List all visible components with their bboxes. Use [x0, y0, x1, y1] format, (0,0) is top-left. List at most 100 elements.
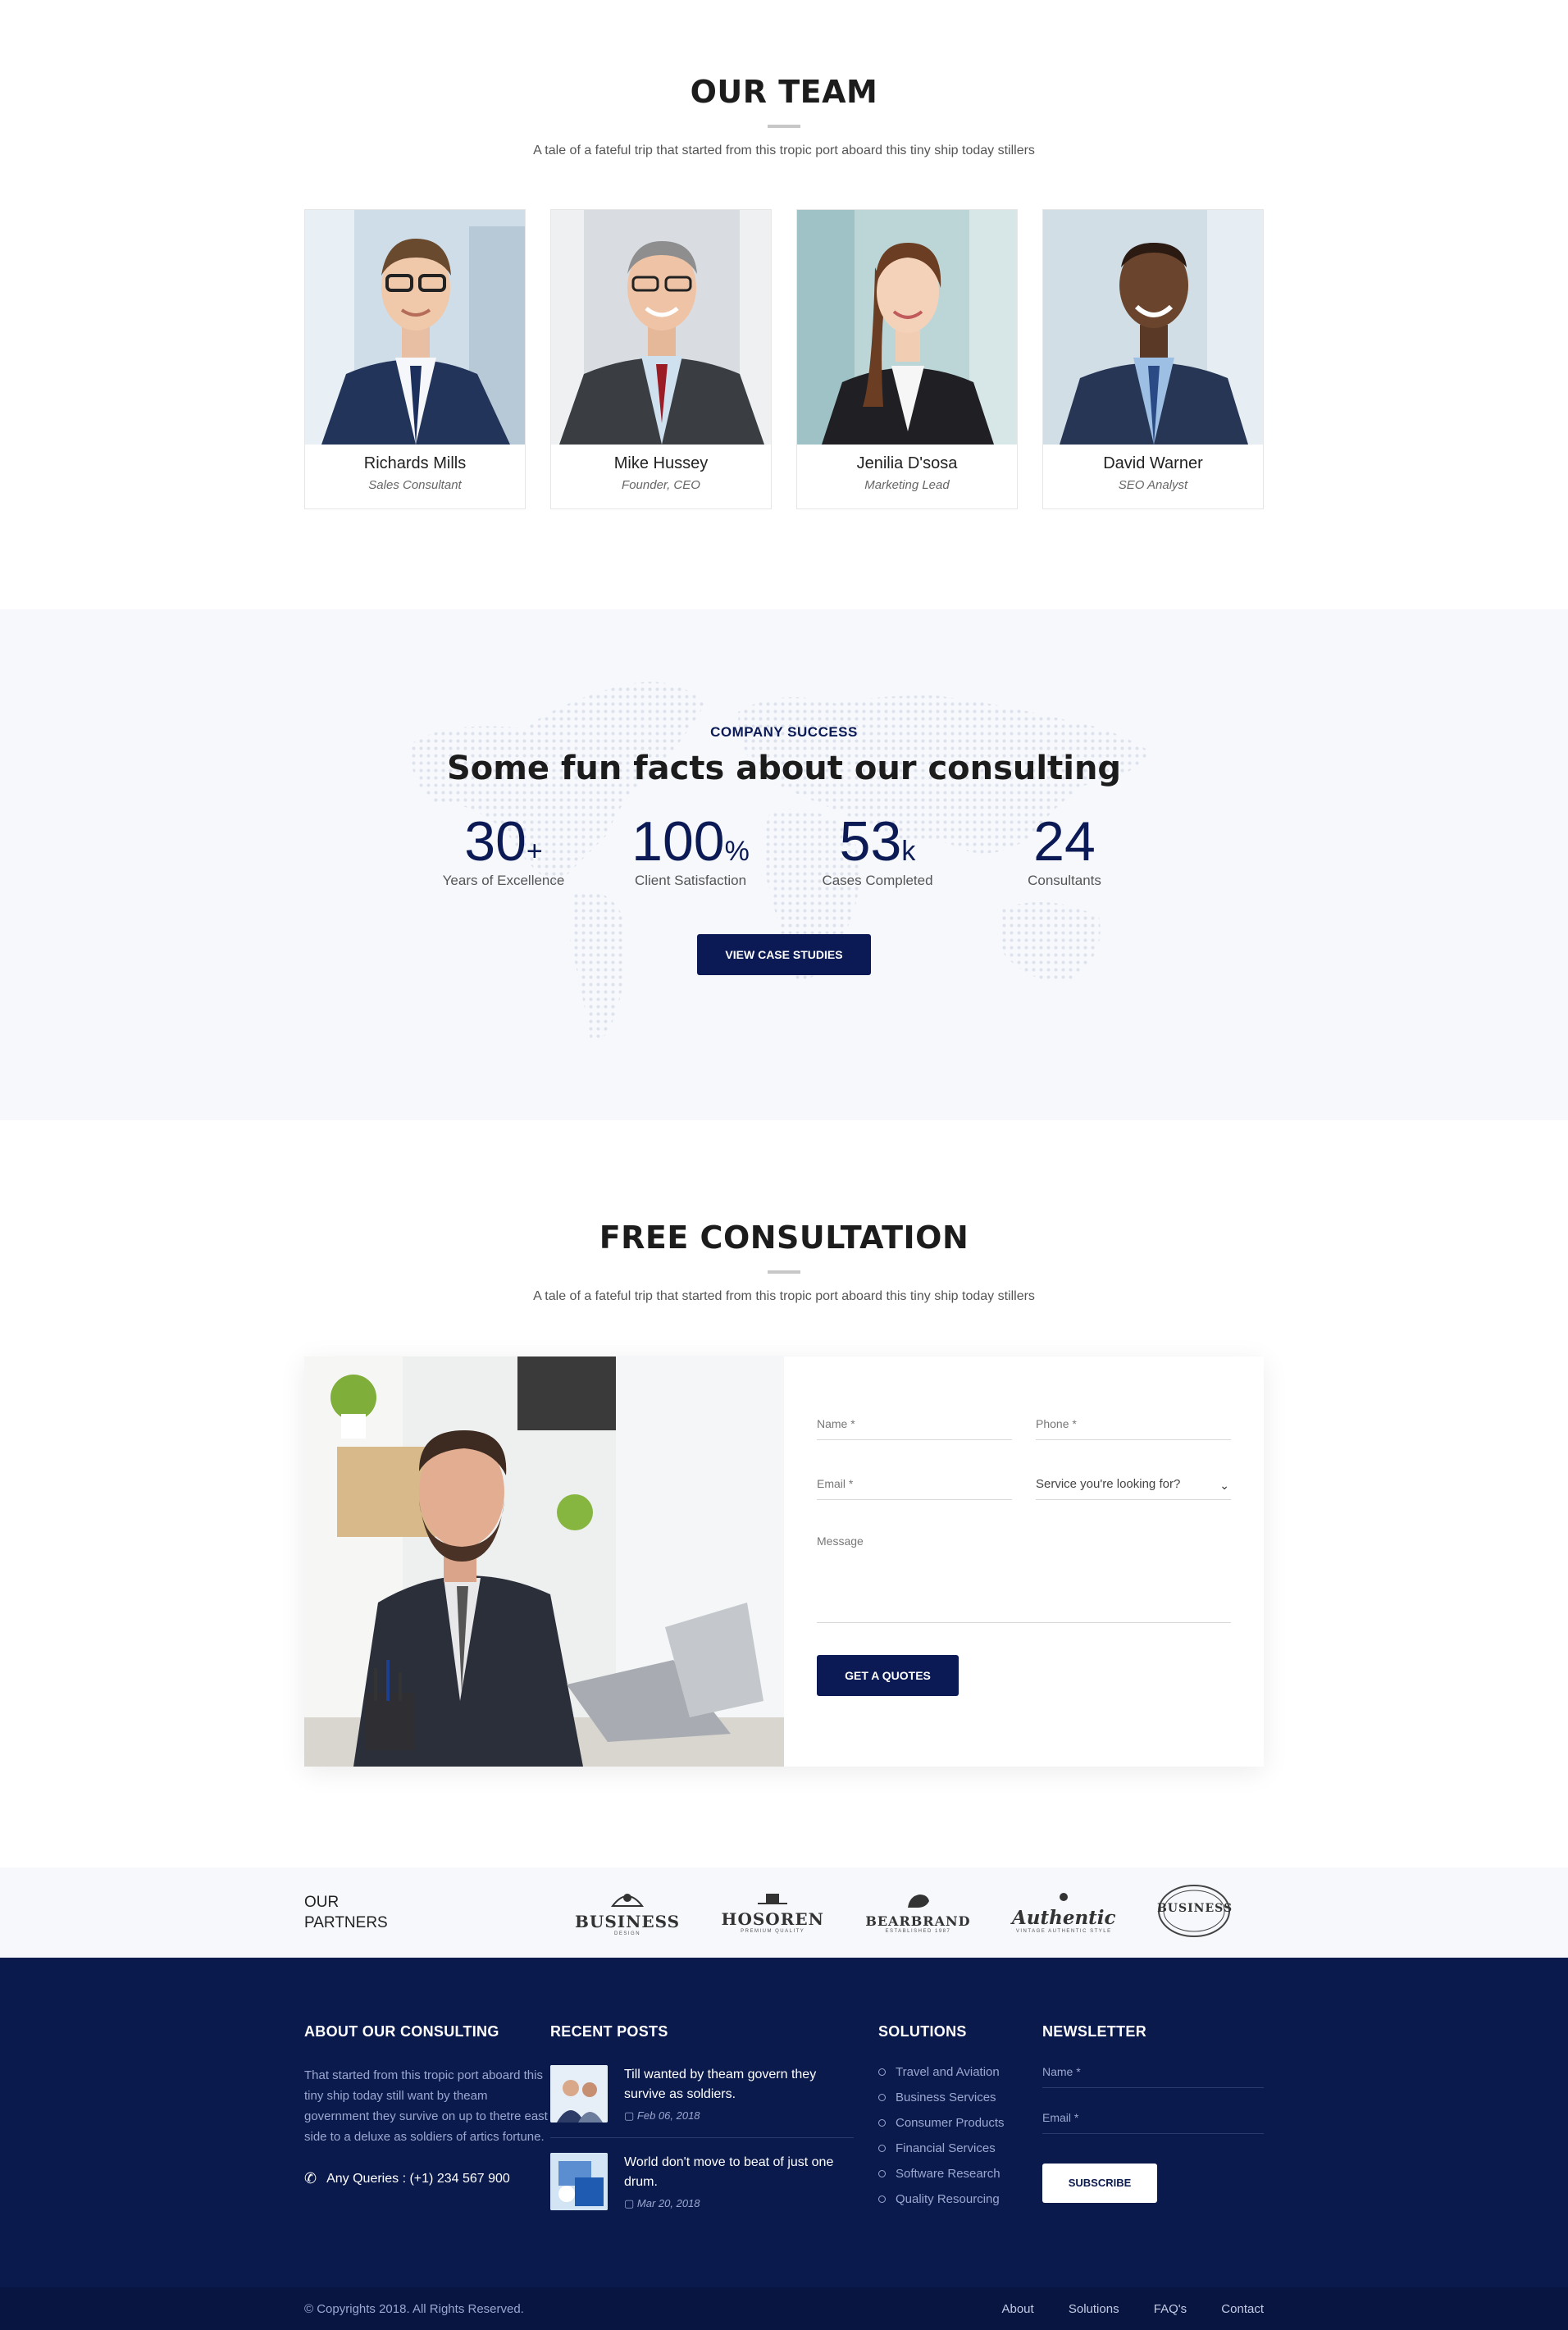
get-quotes-button[interactable]: GET A QUOTES	[817, 1655, 959, 1696]
consult-title: FREE CONSULTATION	[599, 1220, 969, 1256]
stat-suffix: k	[901, 836, 916, 867]
partner-logo-name: BUSINESS	[575, 1911, 681, 1931]
circle-bullet-icon	[878, 2119, 886, 2127]
recent-post[interactable]: Till wanted by theam govern they survive…	[550, 2065, 854, 2138]
partners-title: OUR PARTNERS	[304, 1892, 575, 1933]
consultation-section: FREE CONSULTATION A tale of a fateful tr…	[0, 1120, 1568, 1867]
team-card[interactable]: David Warner SEO Analyst	[1042, 209, 1264, 509]
solution-link[interactable]: Consumer Products	[878, 2116, 1042, 2130]
stat-suffix: +	[526, 836, 543, 867]
partner-logo[interactable]: BUSINESS	[1157, 1884, 1232, 1942]
footer: ABOUT OUR CONSULTING That started from t…	[0, 1958, 1568, 2287]
partners-title-line2: PARTNERS	[304, 1914, 388, 1931]
stats-row: 30+ Years of Excellence 100% Client Sati…	[304, 812, 1264, 889]
post-date: ▢ Feb 06, 2018	[624, 2109, 700, 2122]
stat-label: Consultants	[1028, 873, 1101, 888]
footer-newsletter-title: NEWSLETTER	[1042, 2023, 1146, 2040]
member-name: Jenilia D'sosa	[856, 454, 958, 472]
service-select[interactable]: Service you're looking for? ⌄	[1036, 1474, 1231, 1500]
member-photo	[1043, 210, 1263, 445]
title-divider	[768, 125, 800, 128]
view-case-studies-button[interactable]: VIEW CASE STUDIES	[697, 934, 871, 975]
circle-bullet-icon	[878, 2170, 886, 2177]
bottom-link-solutions[interactable]: Solutions	[1069, 2302, 1119, 2316]
emblem-icon	[1060, 1893, 1069, 1901]
facts-title: Some fun facts about our consulting	[446, 750, 1122, 787]
partner-logo-tag: VINTAGE AUTHENTIC STYLE	[1015, 1929, 1112, 1934]
calendar-icon: ▢	[624, 2109, 637, 2122]
partner-logo[interactable]: Authentic VINTAGE AUTHENTIC STYLE	[1012, 1891, 1116, 1934]
name-field[interactable]: Name *	[817, 1414, 1012, 1440]
partner-logo[interactable]: HOSOREN PREMIUM QUALITY	[722, 1892, 824, 1934]
footer-about: ABOUT OUR CONSULTING That started from t…	[304, 2023, 550, 2240]
newsletter-email-field[interactable]: Email *	[1042, 2111, 1264, 2134]
partner-logo[interactable]: BEARBRAND ESTABLISHED 1987	[865, 1891, 970, 1934]
footer-queries[interactable]: ✆ Any Queries : (+1) 234 567 900	[304, 2170, 550, 2187]
partner-logo-name: Authentic	[1011, 1907, 1116, 1929]
bottom-link-contact[interactable]: Contact	[1221, 2302, 1264, 2316]
solution-link[interactable]: Financial Services	[878, 2141, 1042, 2155]
circle-bullet-icon	[878, 2145, 886, 2152]
stat-value: 100	[631, 810, 725, 873]
stat-item: 30+ Years of Excellence	[410, 812, 597, 889]
footer-solutions-title: SOLUTIONS	[878, 2023, 967, 2040]
partner-logos: BUSINESS DESIGN HOSOREN PREMIUM QUALITY …	[575, 1884, 1264, 1942]
email-field[interactable]: Email *	[817, 1474, 1012, 1500]
bottom-links: About Solutions FAQ's Contact	[970, 2302, 1264, 2316]
subscribe-button[interactable]: SUBSCRIBE	[1042, 2164, 1157, 2203]
partner-logo[interactable]: BUSINESS DESIGN	[575, 1890, 680, 1936]
footer-about-text: That started from this tropic port aboar…	[304, 2068, 548, 2144]
solution-link[interactable]: Software Research	[878, 2167, 1042, 2181]
footer-recent-posts: RECENT POSTS Till wanted by theam govern…	[550, 2023, 878, 2240]
post-date: ▢ Mar 20, 2018	[624, 2197, 700, 2209]
consult-box: Name * Phone * Email * Service you're lo…	[304, 1357, 1264, 1767]
post-title: World don't move to beat of just one dru…	[624, 2155, 834, 2189]
team-grid: Richards Mills Sales Consultant Mike Hus…	[304, 209, 1264, 509]
stat-value: 53	[839, 810, 902, 873]
member-photo	[797, 210, 1017, 445]
footer-solutions: SOLUTIONS Travel and Aviation Business S…	[878, 2023, 1042, 2240]
service-select-value: Service you're looking for?	[1036, 1477, 1181, 1491]
circle-bullet-icon	[878, 2195, 886, 2203]
team-title: OUR TEAM	[690, 74, 878, 110]
consult-subtitle: A tale of a fateful trip that started fr…	[533, 1289, 1035, 1303]
message-field[interactable]: Message	[817, 1531, 1231, 1623]
member-role: Marketing Lead	[864, 478, 950, 492]
recent-post[interactable]: World don't move to beat of just one dru…	[550, 2153, 854, 2225]
crown-icon	[758, 1893, 788, 1904]
solution-link[interactable]: Business Services	[878, 2091, 1042, 2104]
facts-section: COMPANY SUCCESS Some fun facts about our…	[0, 609, 1568, 1120]
circle-bullet-icon	[878, 2094, 886, 2101]
phone-field[interactable]: Phone *	[1036, 1414, 1231, 1440]
bottom-link-faqs[interactable]: FAQ's	[1154, 2302, 1187, 2316]
solution-link[interactable]: Quality Resourcing	[878, 2192, 1042, 2206]
newsletter-name-field[interactable]: Name *	[1042, 2065, 1264, 2088]
team-card[interactable]: Jenilia D'sosa Marketing Lead	[796, 209, 1018, 509]
team-section: OUR TEAM A tale of a fateful trip that s…	[0, 0, 1568, 609]
consultation-form: Name * Phone * Email * Service you're lo…	[784, 1357, 1264, 1767]
bottom-link-about[interactable]: About	[1001, 2302, 1033, 2316]
team-card[interactable]: Richards Mills Sales Consultant	[304, 209, 526, 509]
stat-value: 24	[1033, 810, 1096, 873]
partners-title-line1: OUR	[304, 1894, 340, 1911]
partner-logo-name: BEARBRAND	[865, 1913, 971, 1929]
building-icon	[611, 1893, 645, 1907]
stat-label: Years of Excellence	[442, 873, 565, 888]
member-name: David Warner	[1103, 454, 1203, 472]
chevron-down-icon: ⌄	[1219, 1479, 1229, 1492]
member-role: Sales Consultant	[368, 478, 462, 492]
copyright-text: © Copyrights 2018. All Rights Reserved.	[304, 2301, 524, 2316]
stat-item: 24 Consultants	[971, 812, 1158, 889]
team-subtitle: A tale of a fateful trip that started fr…	[533, 144, 1035, 157]
team-card[interactable]: Mike Hussey Founder, CEO	[550, 209, 772, 509]
stat-item: 53k Cases Completed	[784, 812, 971, 889]
partner-logo-tag: ESTABLISHED 1987	[885, 1929, 951, 1934]
stat-suffix: %	[724, 836, 750, 867]
title-divider	[768, 1270, 800, 1274]
member-name: Mike Hussey	[613, 454, 709, 472]
facts-kicker: COMPANY SUCCESS	[710, 724, 858, 740]
partners-section: OUR PARTNERS BUSINESS DESIGN HOSOREN PRE…	[0, 1867, 1568, 1958]
post-thumbnail	[550, 2153, 608, 2210]
solution-link[interactable]: Travel and Aviation	[878, 2065, 1042, 2079]
post-thumbnail	[550, 2065, 608, 2123]
